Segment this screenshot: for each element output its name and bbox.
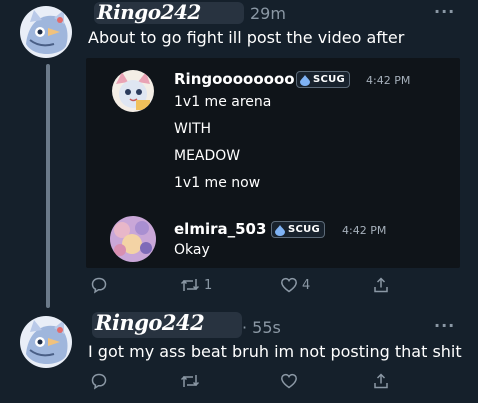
chat-line: MEADOW [174,148,241,164]
username-handwritten[interactable]: Ringo242 [95,310,205,335]
share-upload-icon [374,277,388,293]
badge-label: SCUG [288,224,321,235]
thread-connector-line [46,64,50,308]
chat-username: elmira_503 [174,220,267,238]
chat-line: 1v1 me now [174,175,261,191]
avatar-ringo242[interactable] [20,316,72,368]
avatar-illustration [110,216,156,262]
heart-icon [281,277,297,293]
chat-username: Ringoooooooo [174,70,295,88]
username-handwritten[interactable]: Ringo242 [97,0,201,24]
post-body: I got my ass beat bruh im not posting th… [88,342,462,361]
more-horizontal-icon[interactable]: ··· [434,2,455,21]
post-time[interactable]: 29m [250,4,286,23]
like-button[interactable] [280,372,302,390]
chat-line: WITH [174,121,212,137]
chat-line: 1v1 me arena [174,94,272,110]
reply-bubble-icon [91,373,107,390]
avatar-illustration [112,70,154,112]
more-horizontal-icon[interactable]: ··· [434,316,455,335]
avatar-elmira-503 [110,216,156,262]
share-button[interactable] [372,372,390,390]
avatar-illustration [20,6,72,58]
embedded-chat-screenshot[interactable]: Ringoooooooo SCUG 4:42 PM 1v1 me arena W… [86,58,460,268]
like-button[interactable]: 4 [280,276,310,294]
reply-button[interactable] [90,372,112,390]
repost-count: 1 [204,277,213,293]
scug-drop-icon [300,74,310,86]
reply-button[interactable] [90,276,112,294]
share-button[interactable] [372,276,390,294]
like-count: 4 [302,277,311,293]
post-body: About to go fight ill post the video aft… [88,28,405,47]
scug-badge: SCUG [271,221,326,238]
scug-badge: SCUG [296,71,351,88]
post-time[interactable]: · 55s [242,318,281,337]
scug-drop-icon [275,224,285,236]
repost-button[interactable]: 1 [180,276,212,294]
chat-timestamp: 4:42 PM [342,224,387,237]
avatar-illustration [20,316,72,368]
badge-label: SCUG [313,74,346,85]
repost-button[interactable] [180,372,204,390]
repost-arrows-icon [180,279,200,291]
repost-arrows-icon [180,375,200,387]
reply-bubble-icon [91,277,107,294]
heart-icon [281,373,297,389]
chat-line: Okay [174,242,210,258]
avatar-ringo242[interactable] [20,6,72,58]
chat-timestamp: 4:42 PM [366,74,411,87]
share-upload-icon [374,373,388,389]
avatar-ringoooooooo [112,70,154,112]
